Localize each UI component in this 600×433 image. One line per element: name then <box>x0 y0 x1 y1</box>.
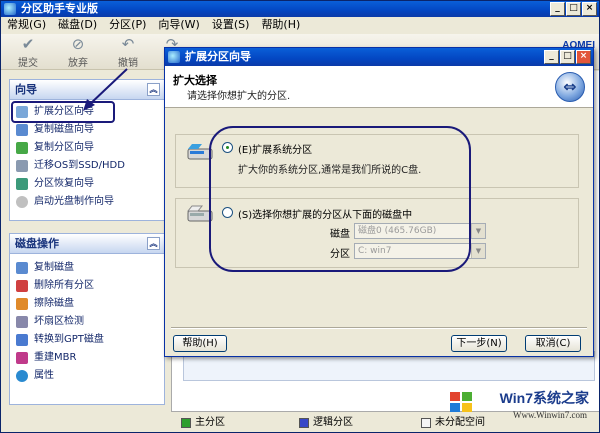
dialog-minimize-button[interactable]: _ <box>544 50 559 64</box>
sidebar-item-bad-sector[interactable]: 坏扇区检测 <box>10 313 164 331</box>
legend-logical-swatch <box>299 418 309 428</box>
annotation-oval <box>209 126 471 272</box>
collapse-icon[interactable]: ︽ <box>147 83 160 96</box>
sidebar-item-wipe-disk[interactable]: 擦除磁盘 <box>10 295 164 313</box>
migrate-os-icon <box>16 160 28 172</box>
dialog-maximize-button[interactable]: □ <box>560 50 575 64</box>
dialog-logo-icon <box>168 51 180 63</box>
legend-primary-swatch <box>181 418 191 428</box>
extend-partition-dialog: 扩展分区向导 _ □ × 扩大选择 请选择你想扩大的分区. ⇔ (E)扩展系统分… <box>164 47 594 357</box>
dialog-close-button[interactable]: × <box>576 50 591 64</box>
windows-flag-icon <box>450 392 472 412</box>
watermark-url: Www.Winwin7.com <box>512 410 587 420</box>
dialog-header-subtitle: 请选择你想扩大的分区. <box>187 91 291 102</box>
chevron-down-icon[interactable]: ▼ <box>471 224 485 238</box>
disk-panel-header[interactable]: 磁盘操作 ︽ <box>10 234 164 254</box>
sidebar-item-boot-disc[interactable]: 启动光盘制作向导 <box>10 193 164 211</box>
cancel-button[interactable]: 取消(C) <box>525 335 581 352</box>
sidebar-item-migrate-os[interactable]: 迁移OS到SSD/HDD <box>10 157 164 175</box>
legend-unallocated-swatch <box>421 418 431 428</box>
sidebar-item-copy-disk-wizard[interactable]: 复制磁盘向导 <box>10 121 164 139</box>
watermark: Win7系统之家 Www.Winwin7.com <box>443 384 593 428</box>
info-icon <box>16 370 28 382</box>
dialog-titlebar: 扩展分区向导 _ □ × <box>165 48 593 66</box>
menu-disk[interactable]: 磁盘(D) <box>58 17 97 33</box>
bad-sector-icon <box>16 316 28 328</box>
sidebar-item-partition-recovery[interactable]: 分区恢复向导 <box>10 175 164 193</box>
wipe-icon <box>16 298 28 310</box>
menu-general[interactable]: 常规(G) <box>7 17 46 33</box>
watermark-text: Win7系统之家 <box>499 390 589 406</box>
dialog-footer-divider <box>171 327 587 329</box>
sidebar-item-delete-all[interactable]: 删除所有分区 <box>10 277 164 295</box>
collapse-icon[interactable]: ︽ <box>147 237 160 250</box>
legend-primary: 主分区 <box>181 417 225 429</box>
app-title: 分区助手专业版 <box>21 2 98 15</box>
chevron-down-icon[interactable]: ▼ <box>471 244 485 258</box>
menu-help[interactable]: 帮助(H) <box>261 17 300 33</box>
annotation-arrow-icon <box>83 68 128 111</box>
copy-disk-icon <box>16 262 28 274</box>
menu-bar: 常规(G) 磁盘(D) 分区(P) 向导(W) 设置(S) 帮助(H) <box>1 17 599 33</box>
next-button[interactable]: 下一步(N) <box>451 335 507 352</box>
sidebar-item-properties[interactable]: 属性 <box>10 367 164 385</box>
minimize-button[interactable]: _ <box>550 2 565 16</box>
convert-icon <box>16 334 28 346</box>
rebuild-mbr-icon <box>16 352 28 364</box>
delete-icon <box>16 280 28 292</box>
boot-disc-icon <box>16 196 28 208</box>
app-titlebar: 分区助手专业版 _ □ × <box>1 1 599 17</box>
undo-icon: ↶ <box>121 35 135 53</box>
dialog-header-title: 扩大选择 <box>173 74 217 87</box>
app-logo-icon <box>4 3 16 15</box>
maximize-button[interactable]: □ <box>566 2 581 16</box>
menu-settings[interactable]: 设置(S) <box>212 17 250 33</box>
sidebar-item-copy-disk[interactable]: 复制磁盘 <box>10 259 164 277</box>
discard-icon: ⊘ <box>71 35 85 53</box>
menu-wizard[interactable]: 向导(W) <box>158 17 199 33</box>
close-button[interactable]: × <box>582 2 597 16</box>
check-icon: ✔ <box>21 35 35 53</box>
partition-recovery-icon <box>16 178 28 190</box>
menu-partition[interactable]: 分区(P) <box>109 17 146 33</box>
copy-disk-icon <box>16 124 28 136</box>
sidebar-item-rebuild-mbr[interactable]: 重建MBR <box>10 349 164 367</box>
dialog-header: 扩大选择 请选择你想扩大的分区. ⇔ <box>165 66 593 108</box>
disk-operations-panel: 磁盘操作 ︽ 复制磁盘 删除所有分区 擦除磁盘 坏扇区检测 转换到GPT磁盘 重… <box>9 233 165 405</box>
help-button[interactable]: 帮助(H) <box>173 335 227 352</box>
legend-logical: 逻辑分区 <box>299 417 353 429</box>
dialog-title: 扩展分区向导 <box>185 50 251 63</box>
wizard-extend-icon: ⇔ <box>555 72 585 102</box>
copy-partition-icon <box>16 142 28 154</box>
sidebar-item-copy-partition-wizard[interactable]: 复制分区向导 <box>10 139 164 157</box>
sidebar-item-convert-gpt[interactable]: 转换到GPT磁盘 <box>10 331 164 349</box>
apply-button[interactable]: ✔ 提交 <box>7 36 49 69</box>
